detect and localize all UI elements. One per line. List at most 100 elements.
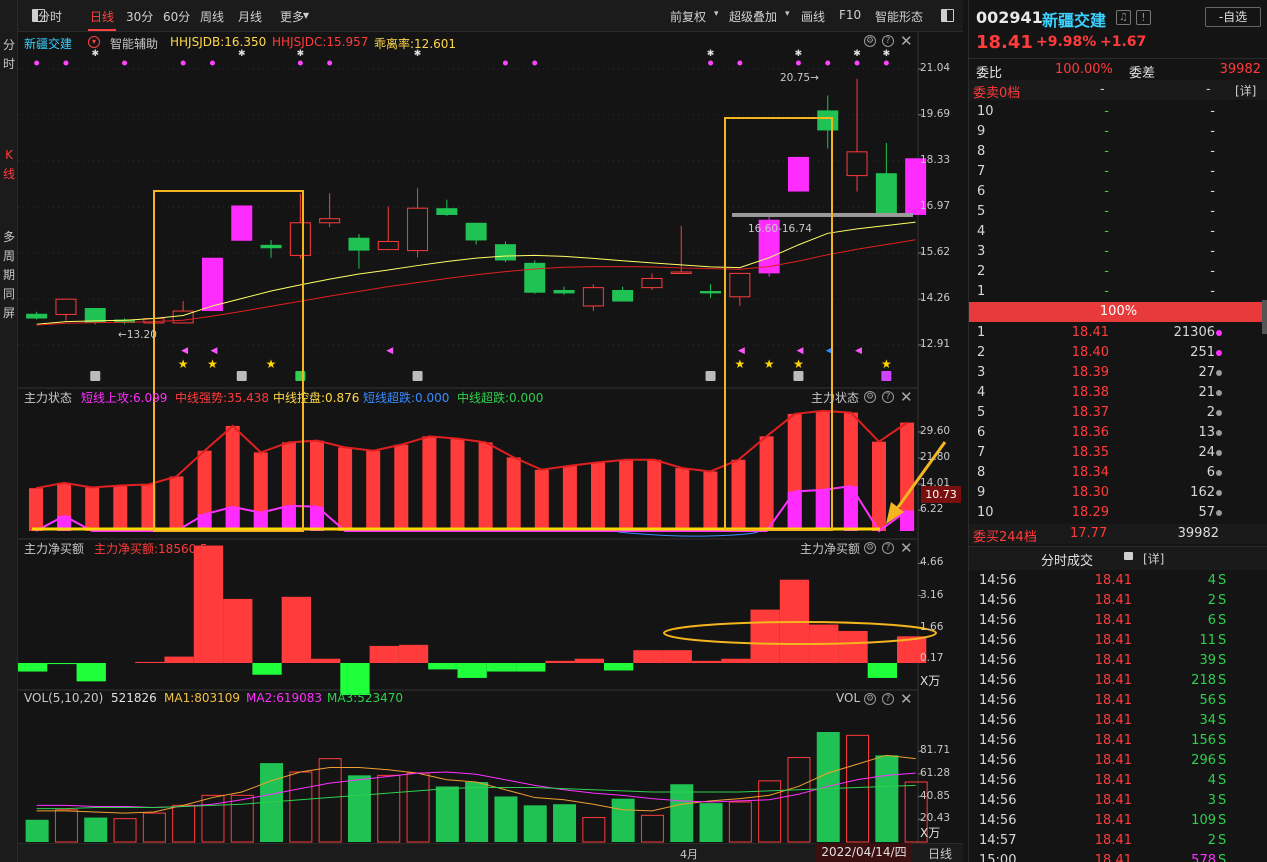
vol-bar-up xyxy=(201,794,225,843)
sell-detail-link[interactable]: [详] xyxy=(1235,82,1256,99)
assist-dropdown-icon[interactable]: ▾ xyxy=(88,36,100,48)
close-icon[interactable]: ✕ xyxy=(900,539,913,557)
help-icon[interactable]: ? xyxy=(882,542,894,554)
vol-bar-up xyxy=(406,772,430,843)
settings-hex-icon[interactable]: ⚙ xyxy=(864,693,876,705)
tab-kline[interactable]: K线 xyxy=(0,146,18,184)
toolbar-action-2[interactable]: 画线 xyxy=(801,8,825,25)
toolbar-action-1[interactable]: 超级叠加 xyxy=(729,8,777,25)
trades-detail-link[interactable]: [详] xyxy=(1143,550,1164,567)
buy-level-row: 7 18.35 24 xyxy=(969,443,1267,463)
trade-row: 14:56 18.41 4 S xyxy=(969,771,1267,791)
close-icon[interactable]: ✕ xyxy=(900,32,913,50)
trade-volume: 109 xyxy=(1191,813,1216,828)
zlzt-bar xyxy=(478,442,493,531)
zlzt-bar xyxy=(872,441,886,531)
sell-level: 9 xyxy=(977,124,986,139)
more-dropdown-arrow-icon[interactable]: ▾ xyxy=(303,8,309,22)
vol-bar-down xyxy=(435,786,459,842)
trade-time: 14:56 xyxy=(979,573,1017,588)
sell-level-row: 10 - - xyxy=(969,102,1267,122)
buy-level-row: 6 18.36 13 xyxy=(969,423,1267,443)
net-buy-bar xyxy=(369,645,399,663)
toolbar-tab-4[interactable]: 周线 xyxy=(200,8,224,25)
candle-body xyxy=(407,207,429,252)
toolbar-tab-6[interactable]: 更多 xyxy=(280,8,304,25)
zlzt-bar xyxy=(731,459,746,531)
sell-volume: - xyxy=(1210,204,1215,219)
trade-row: 15:00 18.41 578 S xyxy=(969,851,1267,862)
sell-level-row: 9 - - xyxy=(969,122,1267,142)
zlzt-line xyxy=(35,409,908,490)
signal-star-icon: ✱ xyxy=(238,49,246,59)
bell-icon[interactable]: ♫ xyxy=(1116,10,1131,25)
vol-bar-up xyxy=(377,774,401,843)
chevron-down-icon[interactable]: ▾ xyxy=(714,9,719,19)
help-icon[interactable]: ? xyxy=(882,391,894,403)
toolbar-action-4[interactable]: 智能形态 xyxy=(875,8,923,25)
mid-strong-value: 中线强势:35.438 xyxy=(175,391,270,405)
zlzt-axis-label: 21.80 xyxy=(920,451,951,464)
stock-name: 新疆交建 xyxy=(1042,11,1107,30)
sell-volume: - xyxy=(1210,264,1215,279)
candle-body xyxy=(670,271,692,275)
zlzt-sub-bar xyxy=(225,506,240,531)
order-dot-icon xyxy=(1216,410,1222,416)
period-label[interactable]: 日线 xyxy=(928,845,952,862)
toolbar-action-0[interactable]: 前复权 xyxy=(670,8,706,25)
stock-code: 002941 xyxy=(976,8,1043,27)
help-icon[interactable]: ? xyxy=(882,693,894,705)
current-value-tag: 10.73 xyxy=(921,486,961,503)
candle-body xyxy=(875,173,897,214)
settings-hex-icon[interactable]: ⚙ xyxy=(864,391,876,403)
chevron-down-icon[interactable]: ▾ xyxy=(785,9,790,19)
toolbar-action-3[interactable]: F10 xyxy=(839,8,861,22)
toolbar-tab-0[interactable]: 分时 xyxy=(38,8,62,25)
toolbar-tab-1[interactable]: 日线 xyxy=(87,8,117,31)
vol-bar-down xyxy=(25,819,49,842)
net-buy-unit: X万 xyxy=(920,674,941,688)
self-select-button[interactable]: -自选 xyxy=(1205,7,1261,27)
signal-dot xyxy=(502,60,508,66)
settings-hex-icon[interactable]: ⚙ xyxy=(864,35,876,47)
scrollbar-thumb[interactable] xyxy=(1262,300,1267,334)
signal-dot xyxy=(122,60,128,66)
tab-minute[interactable]: 分时 xyxy=(0,36,18,74)
close-icon[interactable]: ✕ xyxy=(900,388,913,406)
sell-level: 10 xyxy=(977,104,994,119)
net-sell-bar xyxy=(76,663,106,682)
order-dot-icon xyxy=(1216,470,1222,476)
toolbar-tab-3[interactable]: 60分 xyxy=(163,8,190,25)
alert-icon[interactable]: ! xyxy=(1136,10,1151,25)
toolbar-tab-5[interactable]: 月线 xyxy=(238,8,262,25)
buy-level: 8 xyxy=(977,465,986,480)
toolbar-tab-2[interactable]: 30分 xyxy=(126,8,153,25)
panel-toggle-icon[interactable] xyxy=(941,9,954,22)
net-buy-value: 主力净买额:18560.5 xyxy=(94,542,208,556)
trade-row: 14:56 18.41 34 S xyxy=(969,711,1267,731)
sell-volume: - xyxy=(1210,124,1215,139)
trade-volume: 296 xyxy=(1191,753,1216,768)
help-icon[interactable]: ? xyxy=(882,35,894,47)
settings-hex-icon[interactable]: ⚙ xyxy=(864,542,876,554)
vol-axis-label: 81.71 xyxy=(920,744,951,757)
star-icon: ★ xyxy=(881,357,892,371)
sell-price: - xyxy=(1104,144,1109,159)
event-badge-icon xyxy=(881,371,892,381)
trade-price: 18.41 xyxy=(1094,733,1132,748)
trade-price: 18.41 xyxy=(1094,593,1132,608)
close-icon[interactable]: ✕ xyxy=(900,690,913,708)
trade-side: S xyxy=(1218,693,1227,708)
vol-ma3: MA3:523470 xyxy=(327,691,404,705)
tab-multi-period[interactable]: 多周期同屏 xyxy=(0,228,18,323)
lock-icon[interactable] xyxy=(1124,552,1133,560)
zlzt-axis-label: 29.60 xyxy=(920,424,951,437)
event-badge-icon xyxy=(793,371,804,381)
buy-level: 7 xyxy=(977,445,986,460)
buy-level-row: 10 18.29 57 xyxy=(969,503,1267,523)
buy-ratio-bar: 100% xyxy=(969,302,1267,322)
candle-body xyxy=(319,218,341,224)
assist-label[interactable]: 智能辅助 xyxy=(110,35,158,52)
trade-time: 14:56 xyxy=(979,673,1017,688)
weicha-value: 39982 xyxy=(1219,62,1261,77)
